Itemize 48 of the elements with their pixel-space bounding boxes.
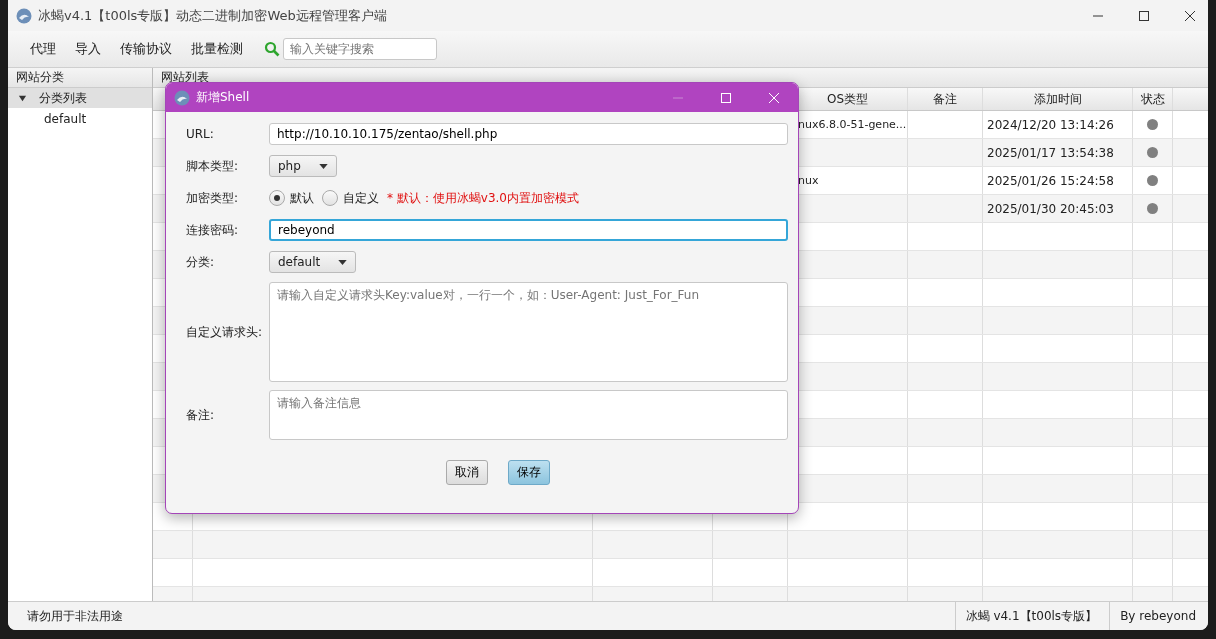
search-icon: [264, 41, 280, 57]
dropdown[interactable]: default: [269, 251, 357, 273]
menu-item[interactable]: 代理: [30, 40, 56, 58]
caret-icon: [338, 259, 348, 265]
table-cell: nux: [798, 174, 819, 187]
field-label: 备注:: [186, 406, 216, 424]
table-cell: 2024/12/20 13:14:26: [987, 117, 1114, 132]
dialog-button[interactable]: 取消: [446, 460, 488, 485]
caret-icon: [318, 163, 328, 169]
menu-item[interactable]: 导入: [75, 40, 101, 58]
field-label: URL:: [186, 127, 215, 141]
column-header[interactable]: 状态: [1133, 88, 1173, 110]
search-field[interactable]: 输入关键字搜索: [283, 38, 437, 60]
hint-text: * 默认：使用冰蝎v3.0内置加密模式: [387, 189, 579, 207]
menu-item[interactable]: 传输协议: [120, 40, 172, 58]
author-label: By rebeyond: [1109, 602, 1208, 630]
field-label: 脚本类型:: [186, 157, 240, 175]
radio-option[interactable]: 自定义: [322, 189, 379, 207]
status-message: 请勿用于非法用途: [26, 607, 123, 625]
logo-icon: [16, 7, 32, 24]
dialog-title: 新增Shell: [196, 89, 250, 106]
tree-item[interactable]: 分类列表: [8, 88, 152, 108]
column-header[interactable]: 备注: [908, 88, 983, 110]
table-cell: 2025/01/26 15:24:58: [987, 173, 1114, 188]
expand-icon[interactable]: [18, 93, 27, 103]
table-cell: nux6.8.0-51-gene...: [798, 118, 907, 131]
field-label: 自定义请求头:: [186, 323, 264, 341]
input-field[interactable]: rebeyond: [269, 219, 788, 241]
text-area[interactable]: 请输入备注信息: [269, 390, 788, 440]
column-header[interactable]: 添加时间: [983, 88, 1133, 110]
dropdown[interactable]: php: [269, 155, 337, 177]
text-area[interactable]: 请输入自定义请求头Key:value对，一行一个，如：User-Agent: Just_For_Fun: [269, 282, 788, 382]
panel-header: 网站分类: [8, 68, 152, 88]
field-label: 加密类型:: [186, 189, 240, 207]
menu-item[interactable]: 批量检测: [191, 40, 243, 58]
dialog-button[interactable]: 保存: [508, 460, 550, 485]
version-label: 冰蝎 v4.1【t00ls专版】: [954, 602, 1110, 630]
logo-icon: [174, 89, 190, 106]
tree-item[interactable]: default: [8, 108, 152, 130]
table-cell: 2025/01/30 20:45:03: [987, 201, 1114, 216]
window-title: 冰蝎v4.1【t00ls专版】动态二进制加密Web远程管理客户端: [38, 6, 387, 25]
field-label: 分类:: [186, 253, 216, 271]
input-field[interactable]: http://10.10.10.175/zentao/shell.php: [269, 123, 788, 145]
radio-option[interactable]: 默认: [269, 189, 314, 207]
field-label: 连接密码:: [186, 221, 240, 239]
table-cell: 2025/01/17 13:54:38: [987, 145, 1114, 160]
maximize-icon[interactable]: [1138, 9, 1150, 22]
close-icon[interactable]: [1184, 9, 1196, 22]
